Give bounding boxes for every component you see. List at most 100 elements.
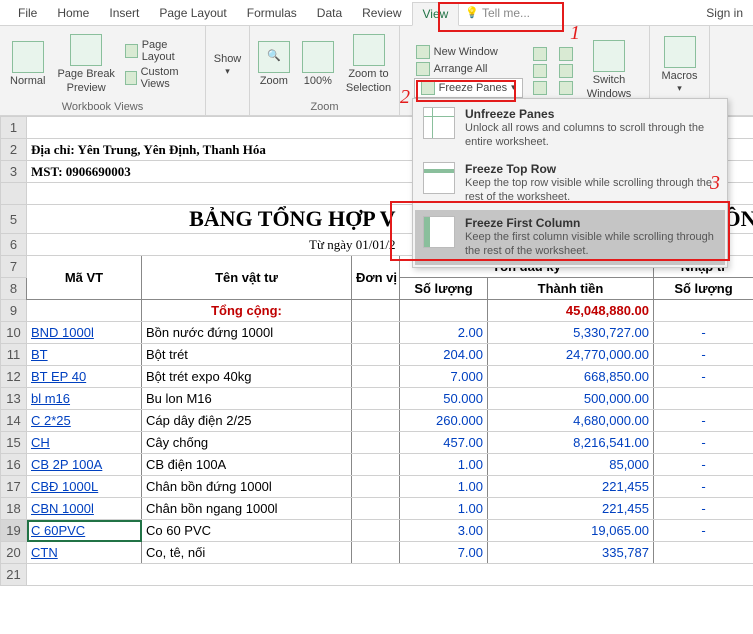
- normal-view-button[interactable]: Normal: [6, 39, 49, 90]
- cell-nt[interactable]: -: [654, 432, 753, 454]
- tab-view[interactable]: View: [412, 2, 460, 26]
- cell-ten[interactable]: Cáp dây điện 2/25: [142, 410, 352, 432]
- row-header[interactable]: 10: [1, 322, 27, 344]
- cell-nt[interactable]: -: [654, 344, 753, 366]
- custom-views-button[interactable]: Custom Views: [123, 65, 199, 91]
- cell-tt[interactable]: 4,680,000.00: [488, 410, 654, 432]
- row-header[interactable]: 5: [1, 205, 27, 234]
- hide-button[interactable]: [531, 63, 549, 79]
- cell-tt[interactable]: 335,787: [488, 542, 654, 564]
- cell-dvi[interactable]: [352, 410, 400, 432]
- row-header[interactable]: 16: [1, 454, 27, 476]
- row-header[interactable]: 6: [1, 234, 27, 256]
- cell-ten[interactable]: Bồn nước đứng 1000l: [142, 322, 352, 344]
- cell-dvi[interactable]: [352, 542, 400, 564]
- row-header[interactable]: 3: [1, 161, 27, 183]
- cell-ten[interactable]: CB điện 100A: [142, 454, 352, 476]
- cell-tt[interactable]: 19,065.00: [488, 520, 654, 542]
- freeze-first-column-item[interactable]: Freeze First Column Keep the first colum…: [415, 210, 725, 265]
- cell-ma[interactable]: CH: [27, 432, 142, 454]
- tab-formulas[interactable]: Formulas: [237, 2, 307, 24]
- cell-sl[interactable]: 7.000: [400, 366, 488, 388]
- tab-insert[interactable]: Insert: [99, 2, 149, 24]
- row-header[interactable]: 7: [1, 256, 27, 278]
- cell-tt[interactable]: 500,000.00: [488, 388, 654, 410]
- cell-sl[interactable]: 260.000: [400, 410, 488, 432]
- row-header[interactable]: 18: [1, 498, 27, 520]
- cell-ten[interactable]: Cây chống: [142, 432, 352, 454]
- macros-button[interactable]: Macros▾: [657, 34, 701, 96]
- cell-ten[interactable]: Bột trét expo 40kg: [142, 366, 352, 388]
- cell-dvi[interactable]: [352, 454, 400, 476]
- zoom-button[interactable]: 🔍 Zoom: [254, 39, 294, 90]
- cell-dvi[interactable]: [352, 520, 400, 542]
- cell-nt[interactable]: -: [654, 454, 753, 476]
- cell-tong-cong[interactable]: Tổng cộng:: [142, 300, 352, 322]
- cell-sl[interactable]: 3.00: [400, 520, 488, 542]
- zoom-to-selection-button[interactable]: Zoom to Selection: [342, 32, 395, 96]
- col-header-so-luong-2[interactable]: Số lượng: [654, 278, 753, 300]
- tab-file[interactable]: File: [8, 2, 47, 24]
- cell-tt[interactable]: 221,455: [488, 498, 654, 520]
- cell-ten[interactable]: Co 60 PVC: [142, 520, 352, 542]
- cell-nt[interactable]: -: [654, 410, 753, 432]
- cell-ma[interactable]: BND 1000l: [27, 322, 142, 344]
- cell-dvi[interactable]: [352, 366, 400, 388]
- tell-me[interactable]: 💡Tell me...: [465, 6, 530, 20]
- tab-data[interactable]: Data: [307, 2, 352, 24]
- col-header-so-luong[interactable]: Số lượng: [400, 278, 488, 300]
- cell-dvi[interactable]: [352, 388, 400, 410]
- cell-ma[interactable]: CBN 1000l: [27, 498, 142, 520]
- reset-position-button[interactable]: [557, 80, 575, 96]
- cell-ten[interactable]: Co, tê, nối: [142, 542, 352, 564]
- tab-review[interactable]: Review: [352, 2, 411, 24]
- freeze-top-row-item[interactable]: Freeze Top Row Keep the top row visible …: [415, 156, 725, 211]
- cell-ma[interactable]: C 2*25: [27, 410, 142, 432]
- cell-tt[interactable]: 8,216,541.00: [488, 432, 654, 454]
- cell-nt[interactable]: [654, 388, 753, 410]
- row-header[interactable]: 15: [1, 432, 27, 454]
- cell-ten[interactable]: Bột trét: [142, 344, 352, 366]
- cell-tt[interactable]: 5,330,727.00: [488, 322, 654, 344]
- row-header[interactable]: 8: [1, 278, 27, 300]
- cell-ma[interactable]: CTN: [27, 542, 142, 564]
- cell-tt[interactable]: 24,770,000.00: [488, 344, 654, 366]
- show-button[interactable]: Show▾: [210, 51, 246, 79]
- row-header[interactable]: 13: [1, 388, 27, 410]
- cell-tong-value[interactable]: 45,048,880.00: [488, 300, 654, 322]
- cell-sl[interactable]: 204.00: [400, 344, 488, 366]
- row-header[interactable]: 12: [1, 366, 27, 388]
- row-header[interactable]: 11: [1, 344, 27, 366]
- view-side-by-side-button[interactable]: [557, 46, 575, 62]
- cell-sl[interactable]: 2.00: [400, 322, 488, 344]
- cell-sl[interactable]: 50.000: [400, 388, 488, 410]
- cell-ten[interactable]: Bu lon M16: [142, 388, 352, 410]
- cell-title[interactable]: BẢNG TỔNG HỢP V: [27, 205, 400, 234]
- cell-ma[interactable]: CBĐ 1000L: [27, 476, 142, 498]
- row-header[interactable]: 19: [1, 520, 27, 542]
- col-header-dvi[interactable]: Đơn vị: [352, 256, 400, 300]
- cell-ma[interactable]: BT EP 40: [27, 366, 142, 388]
- zoom-100-button[interactable]: 100%: [298, 39, 338, 90]
- tab-page-layout[interactable]: Page Layout: [149, 2, 236, 24]
- cell-sl[interactable]: 1.00: [400, 498, 488, 520]
- row-header[interactable]: 9: [1, 300, 27, 322]
- sign-in[interactable]: Sign in: [696, 2, 753, 24]
- cell-ma[interactable]: CB 2P 100A: [27, 454, 142, 476]
- cell-nt[interactable]: -: [654, 476, 753, 498]
- row-header[interactable]: 20: [1, 542, 27, 564]
- page-layout-button[interactable]: Page Layout: [123, 38, 199, 64]
- cell-ma[interactable]: C 60PVC: [27, 520, 142, 542]
- col-header-thanh-tien[interactable]: Thành tiền: [488, 278, 654, 300]
- cell-ten[interactable]: Chân bồn đứng 1000l: [142, 476, 352, 498]
- col-header-ten-vt[interactable]: Tên vật tư: [142, 256, 352, 300]
- cell-tt[interactable]: 668,850.00: [488, 366, 654, 388]
- cell-ma[interactable]: BT: [27, 344, 142, 366]
- row-header[interactable]: 14: [1, 410, 27, 432]
- cell-tt[interactable]: 221,455: [488, 476, 654, 498]
- freeze-panes-button[interactable]: Freeze Panes▾: [414, 78, 523, 98]
- row-header[interactable]: 21: [1, 564, 27, 586]
- cell-sl[interactable]: 1.00: [400, 476, 488, 498]
- cell-nt[interactable]: -: [654, 520, 753, 542]
- cell-dvi[interactable]: [352, 322, 400, 344]
